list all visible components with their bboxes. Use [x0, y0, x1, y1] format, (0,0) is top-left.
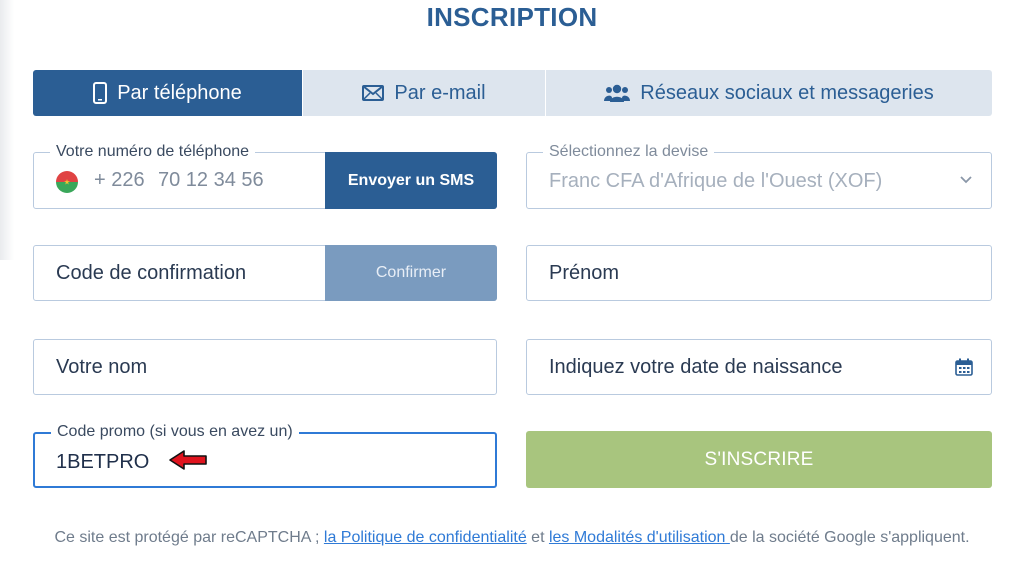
page-edge-shadow	[0, 0, 14, 260]
privacy-policy-link[interactable]: la Politique de confidentialité	[324, 529, 527, 546]
users-icon	[604, 83, 631, 103]
tab-email-label: Par e-mail	[394, 81, 486, 104]
confirmation-code-input[interactable]: Code de confirmation	[56, 262, 246, 285]
tab-social-label: Réseaux sociaux et messageries	[640, 81, 934, 104]
recaptcha-notice: Ce site est protégé par reCAPTCHA ; la P…	[40, 524, 984, 551]
register-button[interactable]: S'INSCRIRE	[526, 431, 992, 488]
birth-date-input[interactable]: Indiquez votre date de naissance	[549, 356, 843, 379]
currency-value: Franc CFA d'Afrique de l'Ouest (XOF)	[549, 170, 883, 192]
calendar-icon[interactable]	[955, 358, 973, 381]
phone-field-label: Votre numéro de téléphone	[50, 142, 256, 162]
first-name-input[interactable]: Prénom	[549, 262, 619, 285]
tab-phone-label: Par téléphone	[117, 81, 242, 104]
last-name-field[interactable]: Votre nom	[33, 339, 497, 395]
burkina-faso-flag-icon[interactable]	[56, 171, 78, 193]
promo-code-input[interactable]: 1BETPRO	[56, 451, 149, 474]
birth-date-field[interactable]: Indiquez votre date de naissance	[526, 339, 992, 395]
registration-tabs: Par téléphone Par e-mail Réseaux sociaux…	[33, 70, 992, 116]
recaptcha-text-and: et	[526, 529, 549, 546]
tab-social[interactable]: Réseaux sociaux et messageries	[545, 70, 992, 116]
confirm-button[interactable]: Confirmer	[325, 245, 497, 301]
last-name-input[interactable]: Votre nom	[56, 356, 147, 379]
terms-of-use-link[interactable]: les Modalités d'utilisation	[549, 529, 730, 546]
envelope-icon	[362, 85, 385, 101]
phone-country-prefix: + 226	[94, 169, 145, 191]
tab-email[interactable]: Par e-mail	[302, 70, 545, 116]
currency-select-label: Sélectionnez la devise	[543, 142, 715, 162]
phone-input[interactable]: 70 12 34 56	[158, 169, 264, 192]
tab-phone[interactable]: Par téléphone	[33, 70, 302, 116]
page-title: INSCRIPTION	[426, 2, 598, 32]
promo-code-label: Code promo (si vous en avez un)	[51, 422, 299, 442]
promo-code-field[interactable]: Code promo (si vous en avez un) 1BETPRO	[33, 422, 497, 488]
red-arrow-icon	[167, 448, 209, 477]
first-name-field[interactable]: Prénom	[526, 245, 992, 301]
chevron-down-icon[interactable]	[959, 172, 973, 190]
recaptcha-text-end: de la société Google s'appliquent.	[729, 529, 970, 546]
recaptcha-text-start: Ce site est protégé par reCAPTCHA ;	[54, 529, 324, 546]
currency-select[interactable]: Sélectionnez la devise Franc CFA d'Afriq…	[526, 142, 992, 209]
phone-icon	[93, 82, 108, 104]
confirmation-code-field[interactable]: Code de confirmation Confirmer	[33, 245, 497, 301]
send-sms-button[interactable]: Envoyer un SMS	[325, 152, 497, 209]
phone-field[interactable]: Votre numéro de téléphone + 226 70 12 34…	[33, 142, 497, 209]
